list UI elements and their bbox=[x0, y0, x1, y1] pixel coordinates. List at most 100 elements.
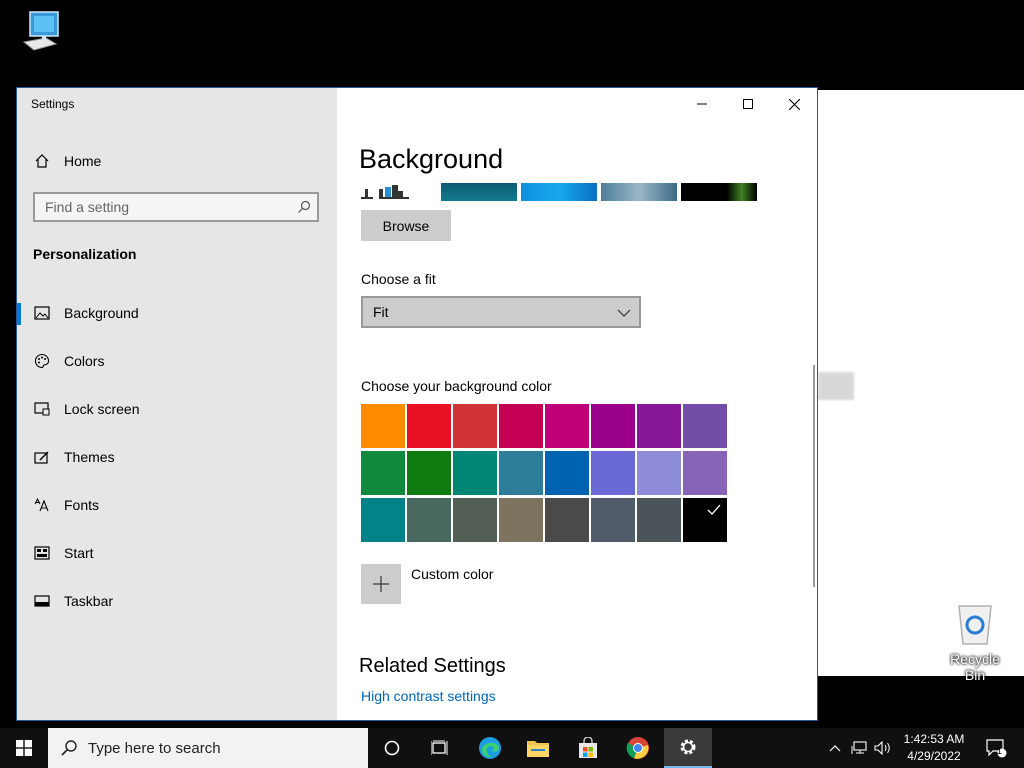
cortana-button[interactable] bbox=[370, 728, 414, 768]
sidebar-item-label: Lock screen bbox=[64, 401, 140, 417]
my-computer-desktop-icon[interactable]: My Computer bbox=[0, 8, 78, 89]
sidebar: Settings Home Personalization Background bbox=[17, 88, 337, 720]
blurred-desktop-element bbox=[818, 372, 854, 400]
start-button[interactable] bbox=[0, 728, 48, 768]
recycle-bin-desktop-icon[interactable]: Recycle Bin bbox=[940, 600, 1010, 683]
color-swatch[interactable] bbox=[361, 404, 405, 448]
high-contrast-link[interactable]: High contrast settings bbox=[361, 688, 496, 704]
color-swatch[interactable] bbox=[545, 498, 589, 542]
fit-value: Fit bbox=[373, 304, 389, 320]
palette-icon bbox=[33, 352, 51, 370]
custom-color-label[interactable]: Custom color bbox=[411, 566, 493, 582]
color-swatch[interactable] bbox=[637, 498, 681, 542]
maximize-icon bbox=[743, 99, 753, 109]
edge-icon bbox=[479, 737, 501, 759]
store-button[interactable] bbox=[566, 728, 610, 768]
color-swatch[interactable] bbox=[453, 451, 497, 495]
sidebar-item-fonts[interactable]: Fonts bbox=[17, 485, 337, 525]
color-swatch[interactable] bbox=[453, 404, 497, 448]
gear-icon bbox=[680, 739, 696, 755]
chrome-button[interactable] bbox=[616, 728, 660, 768]
color-swatch[interactable] bbox=[453, 498, 497, 542]
background-color-label: Choose your background color bbox=[361, 378, 552, 394]
task-view-button[interactable] bbox=[418, 728, 462, 768]
fonts-icon bbox=[33, 496, 51, 514]
wallpaper-thumbnail[interactable] bbox=[681, 183, 757, 201]
action-center-button[interactable]: 1 bbox=[978, 728, 1014, 768]
sidebar-item-lock-screen[interactable]: Lock screen bbox=[17, 389, 337, 429]
search-icon bbox=[297, 200, 311, 219]
sidebar-item-taskbar[interactable]: Taskbar bbox=[17, 581, 337, 621]
taskbar-search-box[interactable]: Type here to search bbox=[48, 728, 368, 768]
color-swatch[interactable] bbox=[361, 498, 405, 542]
close-button[interactable] bbox=[771, 88, 817, 120]
sidebar-item-label: Themes bbox=[64, 449, 115, 465]
edge-button[interactable] bbox=[468, 728, 512, 768]
color-swatch[interactable] bbox=[545, 451, 589, 495]
fit-dropdown[interactable]: Fit bbox=[361, 296, 641, 328]
lock-screen-icon bbox=[33, 400, 51, 418]
sidebar-item-background[interactable]: Background bbox=[17, 293, 337, 333]
sidebar-item-home[interactable]: Home bbox=[17, 141, 337, 181]
speaker-icon bbox=[874, 741, 890, 755]
folder-icon bbox=[527, 741, 549, 757]
search-input[interactable] bbox=[35, 194, 285, 220]
settings-window: Settings Home Personalization Background bbox=[17, 88, 817, 720]
wallpaper-thumbnail[interactable] bbox=[521, 183, 597, 201]
settings-taskbar-button[interactable] bbox=[664, 728, 712, 768]
color-swatch[interactable] bbox=[591, 498, 635, 542]
clock-time: 1:42:53 AM bbox=[903, 732, 965, 746]
color-swatch[interactable] bbox=[499, 498, 543, 542]
notification-count: 1 bbox=[997, 746, 1003, 756]
find-setting-search[interactable] bbox=[33, 192, 319, 222]
volume-button[interactable] bbox=[872, 728, 894, 768]
desktop-background bbox=[0, 0, 1024, 90]
color-swatch[interactable] bbox=[683, 451, 727, 495]
network-button[interactable] bbox=[848, 728, 870, 768]
wallpaper-thumbnail[interactable] bbox=[361, 183, 437, 201]
color-swatch[interactable] bbox=[591, 451, 635, 495]
sidebar-item-start[interactable]: Start bbox=[17, 533, 337, 573]
taskbar-clock[interactable]: 1:42:53 AM 4/29/2022 bbox=[896, 731, 972, 765]
maximize-button[interactable] bbox=[725, 88, 771, 120]
wallpaper-thumbnail[interactable] bbox=[601, 183, 677, 201]
wallpaper-thumbnail[interactable] bbox=[441, 183, 517, 201]
custom-color-button[interactable] bbox=[361, 564, 401, 604]
my-computer-label: My Computer bbox=[8, 57, 70, 89]
taskbar-icon bbox=[33, 592, 51, 610]
browse-button[interactable]: Browse bbox=[361, 210, 451, 241]
computer-icon bbox=[22, 11, 59, 51]
chevron-down-icon bbox=[617, 305, 631, 321]
sidebar-item-themes[interactable]: Themes bbox=[17, 437, 337, 477]
home-icon bbox=[33, 152, 51, 170]
recycle-bin-label: Recycle Bin bbox=[950, 651, 1000, 683]
sidebar-item-label: Taskbar bbox=[64, 593, 114, 609]
picture-icon bbox=[33, 304, 51, 322]
color-swatch[interactable] bbox=[361, 451, 405, 495]
color-swatch[interactable] bbox=[545, 404, 589, 448]
sidebar-item-label: Fonts bbox=[64, 497, 100, 513]
color-swatch[interactable] bbox=[637, 451, 681, 495]
color-swatch[interactable] bbox=[407, 404, 451, 448]
chevron-up-icon bbox=[829, 745, 841, 752]
color-swatch[interactable] bbox=[407, 451, 451, 495]
color-swatch[interactable] bbox=[683, 404, 727, 448]
sidebar-item-label: Start bbox=[64, 545, 94, 561]
scrollbar[interactable] bbox=[813, 365, 815, 587]
color-swatch[interactable] bbox=[591, 404, 635, 448]
color-swatch[interactable] bbox=[683, 498, 727, 542]
task-view-icon bbox=[431, 740, 448, 755]
minimize-button[interactable] bbox=[679, 88, 725, 120]
themes-icon bbox=[33, 448, 51, 466]
file-explorer-button[interactable] bbox=[516, 728, 560, 768]
color-swatch[interactable] bbox=[499, 404, 543, 448]
close-icon bbox=[788, 98, 800, 110]
color-swatch[interactable] bbox=[499, 451, 543, 495]
show-hidden-icons-button[interactable] bbox=[824, 728, 846, 768]
sidebar-item-colors[interactable]: Colors bbox=[17, 341, 337, 381]
color-swatch[interactable] bbox=[637, 404, 681, 448]
color-swatch[interactable] bbox=[407, 498, 451, 542]
taskbar-search-placeholder: Type here to search bbox=[88, 739, 221, 757]
sidebar-item-label: Colors bbox=[64, 353, 105, 369]
plus-icon bbox=[373, 576, 389, 592]
